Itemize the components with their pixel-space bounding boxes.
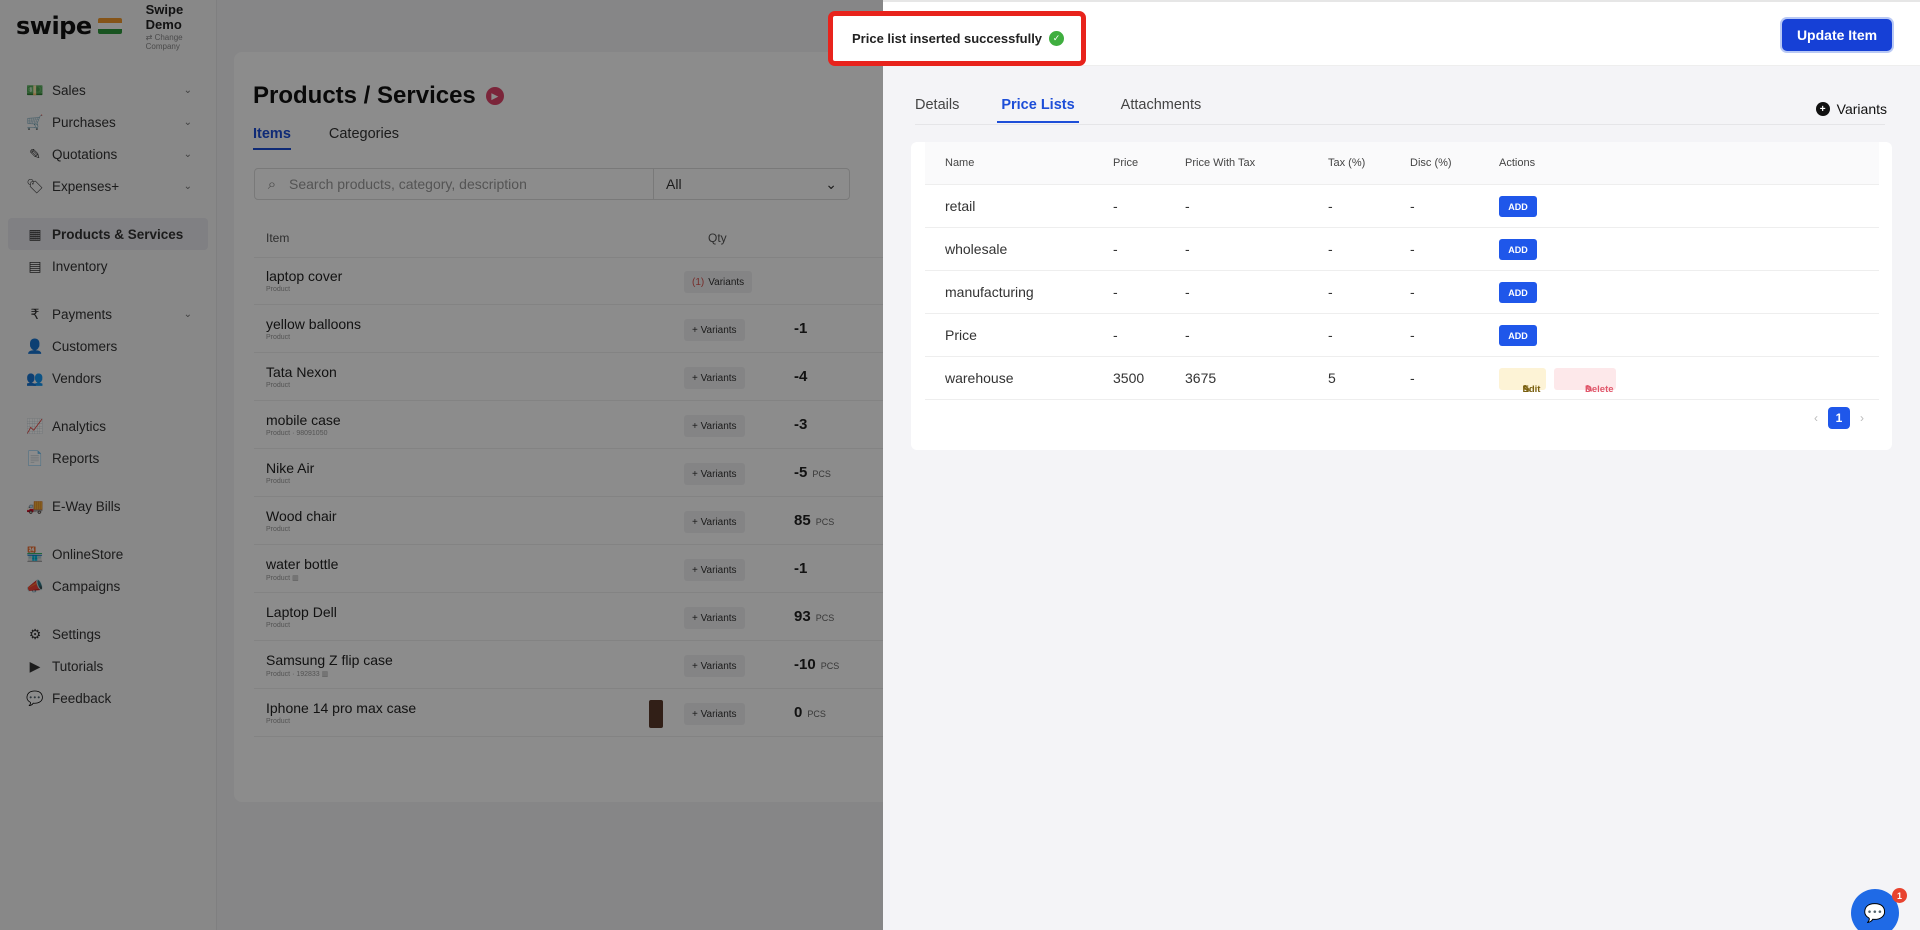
delete-label: Delete [1585,384,1614,395]
table-row: warehouse 3500 3675 5 - ✎ Edit ✎ Delete [925,357,1879,400]
chat-notification-badge: 1 [1892,888,1907,903]
success-toast: Price list inserted successfully ✓ [828,11,1086,66]
cell-tax: 5 [1328,370,1336,386]
table-row: Price - - - - ADD [925,314,1879,357]
cell-price-with-tax: 3675 [1185,370,1217,386]
cell-tax: - [1328,241,1333,257]
table-header: Name Price Price With Tax Tax (%) Disc (… [925,142,1879,185]
add-price-button[interactable]: ADD [1499,325,1537,346]
cell-tax: - [1328,284,1333,300]
page-1-button[interactable]: 1 [1828,407,1850,429]
cell-disc: - [1410,284,1415,300]
column-price-with-tax: Price With Tax [1185,157,1256,169]
table-row: manufacturing - - - - ADD [925,271,1879,314]
cell-price: - [1113,241,1118,257]
cell-name: retail [945,198,976,214]
cell-name: Price [945,327,977,343]
cell-tax: - [1328,198,1333,214]
edit-item-drawer: Update Item Details Price Lists Attachme… [883,0,1920,930]
cell-price-with-tax: - [1185,327,1190,343]
next-page-icon[interactable]: › [1860,411,1864,425]
add-price-button[interactable]: ADD [1499,239,1537,260]
table-row: retail - - - - ADD [925,185,1879,228]
add-price-button[interactable]: ADD [1499,196,1537,217]
column-price: Price [1113,157,1139,169]
plus-circle-icon: + [1815,102,1830,116]
cell-disc: - [1410,370,1415,386]
price-lists-table-card: Name Price Price With Tax Tax (%) Disc (… [911,142,1892,450]
cell-price: - [1113,198,1118,214]
cell-name: manufacturing [945,284,1034,300]
modal-backdrop[interactable] [0,0,883,930]
cell-disc: - [1410,327,1415,343]
column-tax: Tax (%) [1328,157,1366,169]
edit-price-button[interactable]: ✎ Edit [1499,368,1546,395]
update-item-button[interactable]: Update Item [1782,19,1892,51]
cell-price: - [1113,284,1118,300]
column-disc: Disc (%) [1410,157,1452,169]
cell-price: - [1113,327,1118,343]
delete-price-button[interactable]: ✎ Delete [1554,368,1616,395]
cell-price-with-tax: - [1185,284,1190,300]
cell-tax: - [1328,327,1333,343]
cell-name: wholesale [945,241,1008,257]
cell-price: 3500 [1113,370,1145,386]
tab-price-lists[interactable]: Price Lists [997,97,1079,123]
edit-label: Edit [1522,384,1541,395]
tab-attachments[interactable]: Attachments [1121,97,1202,123]
cell-price-with-tax: - [1185,198,1190,214]
chat-icon: 💬 [1863,902,1887,923]
cell-disc: - [1410,241,1415,257]
cell-disc: - [1410,198,1415,214]
pagination: ‹ 1 › [1814,407,1864,429]
tab-details[interactable]: Details [915,97,959,123]
toast-message: Price list inserted successfully [852,31,1043,46]
column-name: Name [945,157,975,169]
drawer-tabs: Details Price Lists Attachments [915,97,1201,123]
variants-label: Variants [1836,101,1887,117]
cell-name: warehouse [945,370,1014,386]
column-actions: Actions [1499,157,1536,169]
check-circle-icon: ✓ [1049,31,1065,46]
cell-price-with-tax: - [1185,241,1190,257]
table-row: wholesale - - - - ADD [925,228,1879,271]
variants-button[interactable]: + Variants [1815,101,1887,117]
add-price-button[interactable]: ADD [1499,282,1537,303]
tabs-divider [915,124,1885,125]
prev-page-icon[interactable]: ‹ [1814,411,1818,425]
